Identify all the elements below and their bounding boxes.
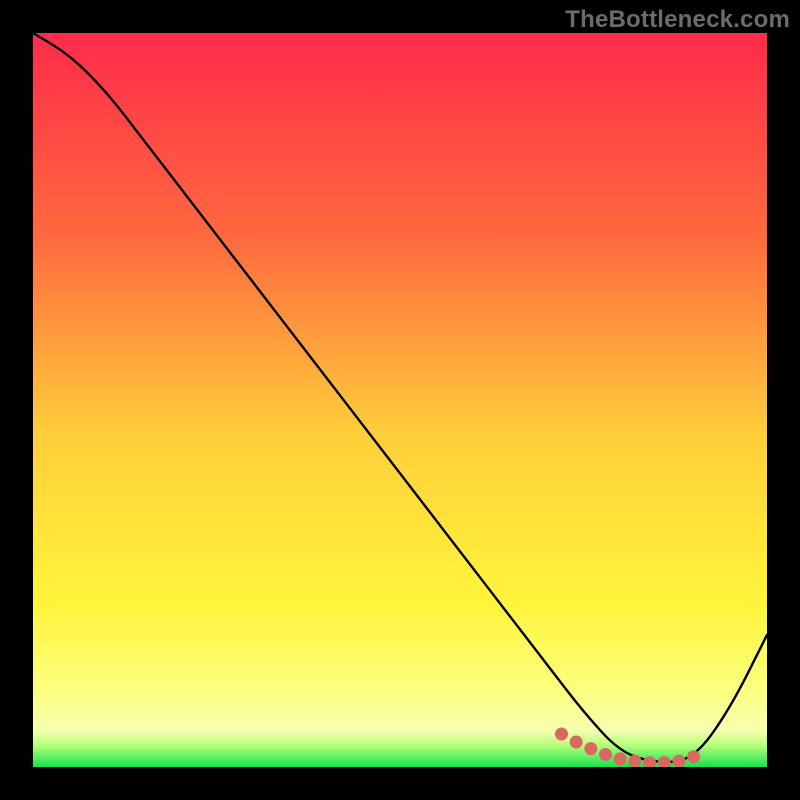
flat-region-dot <box>614 752 627 765</box>
flat-region-dot <box>584 742 597 755</box>
gradient-bg <box>33 33 767 767</box>
watermark-text: TheBottleneck.com <box>565 6 790 34</box>
chart-stage: TheBottleneck.com <box>0 0 800 800</box>
flat-region-dot <box>555 727 568 740</box>
plot-area <box>33 33 767 767</box>
flat-region-dot <box>687 750 700 763</box>
chart-svg <box>33 33 767 767</box>
flat-region-dot <box>599 748 612 761</box>
flat-region-dot <box>570 736 583 749</box>
